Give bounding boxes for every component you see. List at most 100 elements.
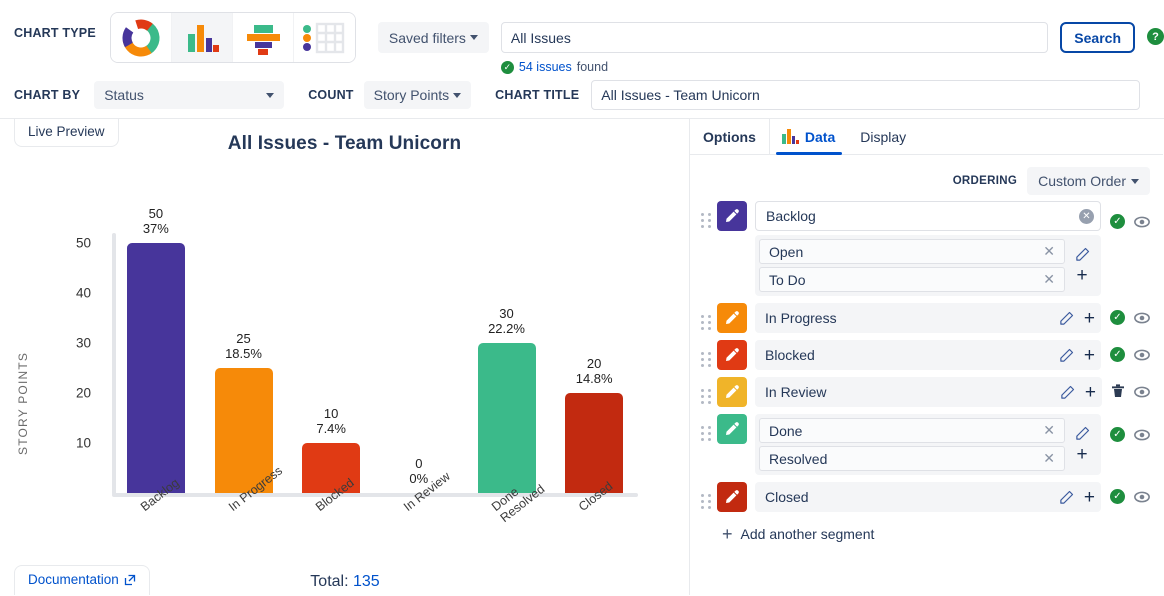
bar-chart-type-button[interactable] bbox=[171, 13, 233, 62]
segment-color-swatch[interactable] bbox=[717, 340, 747, 370]
saved-filters-button[interactable]: Saved filters bbox=[377, 22, 489, 53]
segment-value-pill[interactable]: To Do ✕ bbox=[759, 267, 1065, 292]
segment-color-swatch[interactable] bbox=[717, 482, 747, 512]
eye-icon[interactable] bbox=[1134, 429, 1150, 441]
eye-icon[interactable] bbox=[1134, 216, 1150, 228]
bar[interactable] bbox=[477, 343, 536, 493]
drag-handle[interactable] bbox=[695, 303, 717, 330]
remove-icon[interactable]: ✕ bbox=[1040, 271, 1058, 288]
segment-name-input[interactable]: Backlog ✕ bbox=[755, 201, 1101, 231]
drag-handle[interactable] bbox=[695, 414, 717, 441]
segment-name-row[interactable]: In Review + bbox=[755, 377, 1102, 407]
eye-icon[interactable] bbox=[1134, 386, 1150, 398]
trash-icon[interactable] bbox=[1111, 384, 1125, 399]
segment-color-swatch[interactable] bbox=[717, 414, 747, 444]
edit-segment-button[interactable] bbox=[1059, 311, 1074, 326]
bar[interactable] bbox=[565, 393, 624, 493]
table-chart-type-button[interactable] bbox=[293, 13, 355, 62]
segment-row: Blocked + ✓ bbox=[695, 340, 1150, 370]
edit-segment-button[interactable] bbox=[1059, 348, 1074, 363]
count-select[interactable]: Story Points bbox=[363, 81, 472, 109]
add-value-button[interactable]: + bbox=[1084, 346, 1095, 365]
chart-by-select[interactable]: Status bbox=[94, 81, 285, 109]
check-circle-icon[interactable]: ✓ bbox=[1110, 489, 1125, 504]
segment-list: Backlog ✕ Open ✕ To Do ✕ + ✓ In Progress + ✓ Blocke… bbox=[690, 201, 1163, 512]
add-value-button[interactable]: + bbox=[1084, 488, 1095, 507]
bar-value-label: 50 37% bbox=[142, 206, 169, 236]
eye-icon[interactable] bbox=[1134, 349, 1150, 361]
remove-icon[interactable]: ✕ bbox=[1040, 243, 1058, 260]
bar-value-label: 20 14.8% bbox=[575, 356, 613, 386]
segment-body: Done ✕ Resolved ✕ + bbox=[755, 414, 1101, 475]
issues-found-suffix: found bbox=[576, 60, 609, 74]
eyedropper-icon bbox=[726, 348, 739, 361]
documentation-label: Documentation bbox=[28, 572, 119, 587]
segment-row: Closed + ✓ bbox=[695, 482, 1150, 512]
funnel-chart-type-button[interactable] bbox=[232, 13, 294, 62]
drag-handle[interactable] bbox=[695, 201, 717, 228]
add-value-button[interactable]: + bbox=[1076, 445, 1087, 464]
jql-search-input[interactable] bbox=[500, 22, 1049, 53]
chart-type-label: CHART TYPE bbox=[14, 26, 96, 40]
help-icon[interactable]: ? bbox=[1147, 28, 1164, 45]
live-preview-tab[interactable]: Live Preview bbox=[14, 119, 119, 147]
search-button[interactable]: Search bbox=[1060, 22, 1135, 53]
check-circle-icon[interactable]: ✓ bbox=[1110, 310, 1125, 325]
check-circle-icon[interactable]: ✓ bbox=[1110, 214, 1125, 229]
edit-segment-button[interactable] bbox=[1075, 426, 1090, 441]
segment-value-pill[interactable]: Resolved ✕ bbox=[759, 446, 1065, 471]
chart-builder-app: CHART TYPE Saved filters All Issues ✓ 54… bbox=[0, 0, 1164, 596]
check-circle-icon: ✓ bbox=[500, 60, 514, 74]
segment-name: Backlog bbox=[766, 208, 816, 224]
check-circle-icon[interactable]: ✓ bbox=[1110, 347, 1125, 362]
clear-icon[interactable]: ✕ bbox=[1079, 208, 1094, 224]
eye-icon[interactable] bbox=[1134, 312, 1150, 324]
segment-color-swatch[interactable] bbox=[717, 377, 747, 407]
tab-display-label: Display bbox=[860, 128, 907, 145]
chart-type-group[interactable] bbox=[109, 12, 356, 63]
segment-name-row[interactable]: Closed + bbox=[755, 482, 1101, 512]
bar[interactable] bbox=[126, 243, 185, 493]
documentation-link[interactable]: Documentation bbox=[14, 565, 150, 595]
segment-value: To Do bbox=[769, 271, 806, 288]
add-value-button[interactable]: + bbox=[1076, 266, 1087, 285]
drag-handle[interactable] bbox=[695, 340, 717, 367]
bar-chart-icon bbox=[781, 129, 799, 144]
issues-found-count[interactable]: 54 issues bbox=[519, 60, 572, 74]
add-value-button[interactable]: + bbox=[1085, 383, 1096, 402]
drag-handle[interactable] bbox=[695, 377, 717, 404]
add-segment-label: Add another segment bbox=[740, 526, 875, 542]
eye-icon[interactable] bbox=[1134, 491, 1150, 503]
y-axis-tick: 10 bbox=[75, 435, 91, 451]
count-label: COUNT bbox=[308, 88, 354, 102]
drag-handle[interactable] bbox=[695, 482, 717, 509]
chart-title-input[interactable] bbox=[591, 80, 1140, 110]
data-panel: Options Data Display ORDERING Custom Ord… bbox=[690, 119, 1163, 595]
ordering-select[interactable]: Custom Order bbox=[1027, 167, 1150, 195]
segment-row: In Review + bbox=[695, 377, 1150, 407]
x-axis-labels: Backlog In Progress Blocked In Review Done R… bbox=[112, 464, 638, 569]
edit-segment-button[interactable] bbox=[1075, 247, 1090, 262]
chart-plot: STORY POINTS 10 20 30 40 50 50 37% 25 18.5% 10 7.… bbox=[0, 155, 690, 590]
remove-icon[interactable]: ✕ bbox=[1040, 422, 1058, 439]
workspace: Live Preview All Issues - Team Unicorn S… bbox=[0, 119, 1164, 595]
add-value-button[interactable]: + bbox=[1084, 309, 1095, 328]
donut-chart-type-button[interactable] bbox=[110, 13, 172, 62]
segment-value-pill[interactable]: Done ✕ bbox=[759, 418, 1065, 443]
segment-name-row[interactable]: In Progress + bbox=[755, 303, 1101, 333]
segment-name-row[interactable]: Blocked + bbox=[755, 340, 1101, 370]
segment-color-swatch[interactable] bbox=[717, 303, 747, 333]
chart-title-label: CHART TITLE bbox=[495, 88, 580, 102]
tab-data[interactable]: Data bbox=[770, 119, 848, 155]
edit-segment-button[interactable] bbox=[1060, 385, 1075, 400]
edit-segment-button[interactable] bbox=[1059, 490, 1074, 505]
add-segment-button[interactable]: + Add another segment bbox=[722, 525, 1163, 543]
tab-display[interactable]: Display bbox=[848, 119, 919, 154]
check-circle-icon[interactable]: ✓ bbox=[1110, 427, 1125, 442]
remove-icon[interactable]: ✕ bbox=[1040, 450, 1058, 467]
segment-value-pill[interactable]: Open ✕ bbox=[759, 239, 1065, 264]
toolbar: CHART TYPE Saved filters All Issues ✓ 54… bbox=[0, 0, 1164, 118]
eyedropper-icon bbox=[726, 209, 739, 222]
tab-options[interactable]: Options bbox=[690, 119, 770, 154]
segment-color-swatch[interactable] bbox=[717, 201, 747, 231]
